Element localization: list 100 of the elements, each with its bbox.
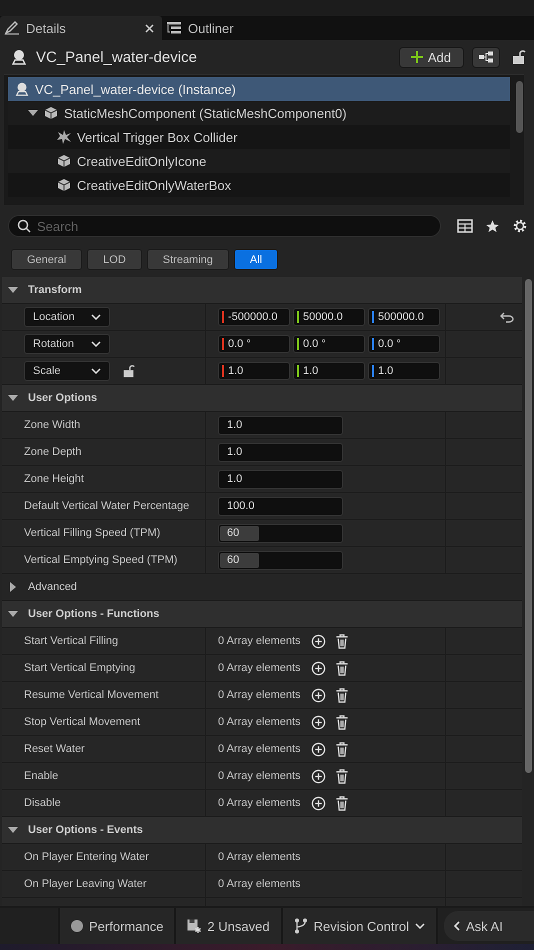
dropdown[interactable]: Scale — [24, 361, 110, 381]
unsaved-button[interactable]: 2 Unsaved — [176, 908, 283, 944]
settings-icon[interactable] — [512, 218, 528, 234]
filter-tab[interactable]: General — [11, 249, 82, 270]
number-field[interactable]: 100.0 — [218, 496, 343, 516]
plus-icon — [410, 50, 424, 64]
actor-icon — [14, 81, 30, 97]
chevron-icon — [91, 314, 101, 320]
property-label: Start Vertical Emptying — [24, 662, 136, 674]
add-element-icon[interactable] — [310, 688, 326, 702]
array-count: 0 Array elements — [218, 743, 301, 755]
caret-icon — [8, 825, 18, 835]
add-element-icon[interactable] — [310, 768, 326, 784]
property-label: Zone Depth — [24, 446, 82, 458]
section-header[interactable]: User Options — [2, 385, 522, 412]
add-element-icon[interactable] — [310, 660, 326, 676]
tree-item[interactable]: VC_Panel_water-device (Instance) — [8, 77, 510, 101]
filter-tab[interactable]: Streaming — [146, 249, 229, 270]
reset-arrow-icon[interactable] — [500, 312, 514, 322]
caret-icon — [8, 393, 18, 403]
trash-icon[interactable] — [334, 634, 349, 648]
panel-tab[interactable]: Details — [0, 16, 162, 40]
chevron-icon — [91, 341, 101, 347]
property-label: On Player Entering Water — [24, 851, 149, 863]
chevron-icon — [414, 923, 425, 929]
pencil-icon — [4, 21, 20, 35]
property-label: Zone Width — [24, 419, 80, 431]
number-field[interactable]: 0.0 ° — [368, 335, 440, 353]
add-element-icon[interactable] — [310, 796, 326, 810]
number-field[interactable]: 1.0 — [218, 470, 343, 488]
trash-icon[interactable] — [334, 660, 349, 676]
slider-field[interactable]: 60 — [218, 524, 343, 542]
array-count: 0 Array elements — [218, 635, 301, 647]
cube-icon — [56, 153, 72, 169]
circle-icon — [71, 920, 83, 932]
tree-item[interactable]: Vertical Trigger Box Collider — [8, 125, 510, 149]
number-field[interactable]: 1.0 — [218, 416, 343, 434]
actor-title: VC_Panel_water-device — [36, 48, 198, 66]
close-icon[interactable] — [145, 24, 154, 32]
array-count: 0 Array elements — [218, 797, 301, 809]
dropdown[interactable]: Location — [24, 307, 110, 327]
actor-icon — [10, 48, 28, 66]
property-label: Resume Vertical Movement — [24, 689, 158, 701]
list-icon — [166, 21, 182, 35]
table-icon[interactable] — [457, 219, 473, 233]
property-label: Disable — [24, 797, 61, 809]
number-field[interactable]: 1.0 — [293, 362, 365, 380]
search-field[interactable]: Search — [8, 215, 441, 237]
hierarchy-button[interactable] — [472, 46, 500, 68]
trash-icon[interactable] — [334, 714, 349, 730]
number-field[interactable]: -500000.0 — [218, 308, 290, 326]
property-label: Zone Height — [24, 473, 84, 485]
save-icon — [187, 919, 202, 933]
caret-icon — [8, 609, 18, 619]
caret-icon[interactable] — [28, 109, 38, 117]
number-field[interactable]: 0.0 ° — [218, 335, 290, 353]
add-element-icon[interactable] — [310, 742, 326, 756]
slider-field[interactable]: 60 — [218, 550, 343, 570]
cube-icon — [56, 177, 72, 193]
search-icon — [17, 219, 31, 233]
number-field[interactable]: 500000.0 — [368, 308, 440, 326]
property-label: Vertical Emptying Speed (TPM) — [24, 554, 178, 566]
array-count: 0 Array elements — [218, 878, 301, 890]
star-icon[interactable] — [485, 218, 500, 234]
number-field[interactable]: 1.0 — [368, 362, 440, 380]
performance-button[interactable]: Performance — [60, 908, 176, 944]
section-header[interactable]: Transform — [2, 277, 522, 304]
caret-icon — [8, 582, 18, 592]
number-field[interactable]: 1.0 — [218, 362, 290, 380]
revision-control-button[interactable]: Revision Control — [282, 908, 438, 944]
trash-icon[interactable] — [334, 688, 349, 702]
trash-icon[interactable] — [334, 768, 349, 784]
add-element-icon[interactable] — [310, 634, 326, 648]
section-header[interactable]: User Options - Functions — [2, 601, 522, 628]
ask-ai-button[interactable]: Ask AI — [444, 911, 534, 941]
add-button[interactable]: Add — [398, 46, 464, 68]
number-field[interactable]: 1.0 — [218, 442, 343, 462]
array-count: 0 Array elements — [218, 851, 301, 863]
panel-tab[interactable]: Outliner — [162, 16, 242, 40]
dropdown[interactable]: Rotation — [24, 334, 110, 354]
tree-item[interactable]: CreativeEditOnlyWaterBox — [8, 173, 510, 197]
number-field[interactable]: 50000.0 — [293, 308, 365, 326]
add-element-icon[interactable] — [310, 714, 326, 730]
array-count: 0 Array elements — [218, 770, 301, 782]
caret-icon — [8, 285, 18, 295]
padlock-icon[interactable] — [512, 49, 526, 65]
property-label: Vertical Filling Speed (TPM) — [24, 527, 160, 539]
trash-icon[interactable] — [334, 796, 349, 810]
trash-icon[interactable] — [334, 742, 349, 756]
number-field[interactable]: 0.0 ° — [293, 335, 365, 353]
array-count: 0 Array elements — [218, 689, 301, 701]
property-label: Default Vertical Water Percentage — [24, 500, 190, 512]
section-header[interactable]: User Options - Events — [2, 817, 522, 844]
padlock-icon[interactable] — [122, 364, 136, 378]
filter-tab[interactable]: LOD — [87, 249, 142, 270]
filter-tab[interactable]: All — [234, 249, 278, 270]
property-label: Enable — [24, 770, 58, 782]
array-count: 0 Array elements — [218, 716, 301, 728]
hierarchy-icon — [478, 51, 494, 63]
chevron-icon — [91, 368, 101, 374]
